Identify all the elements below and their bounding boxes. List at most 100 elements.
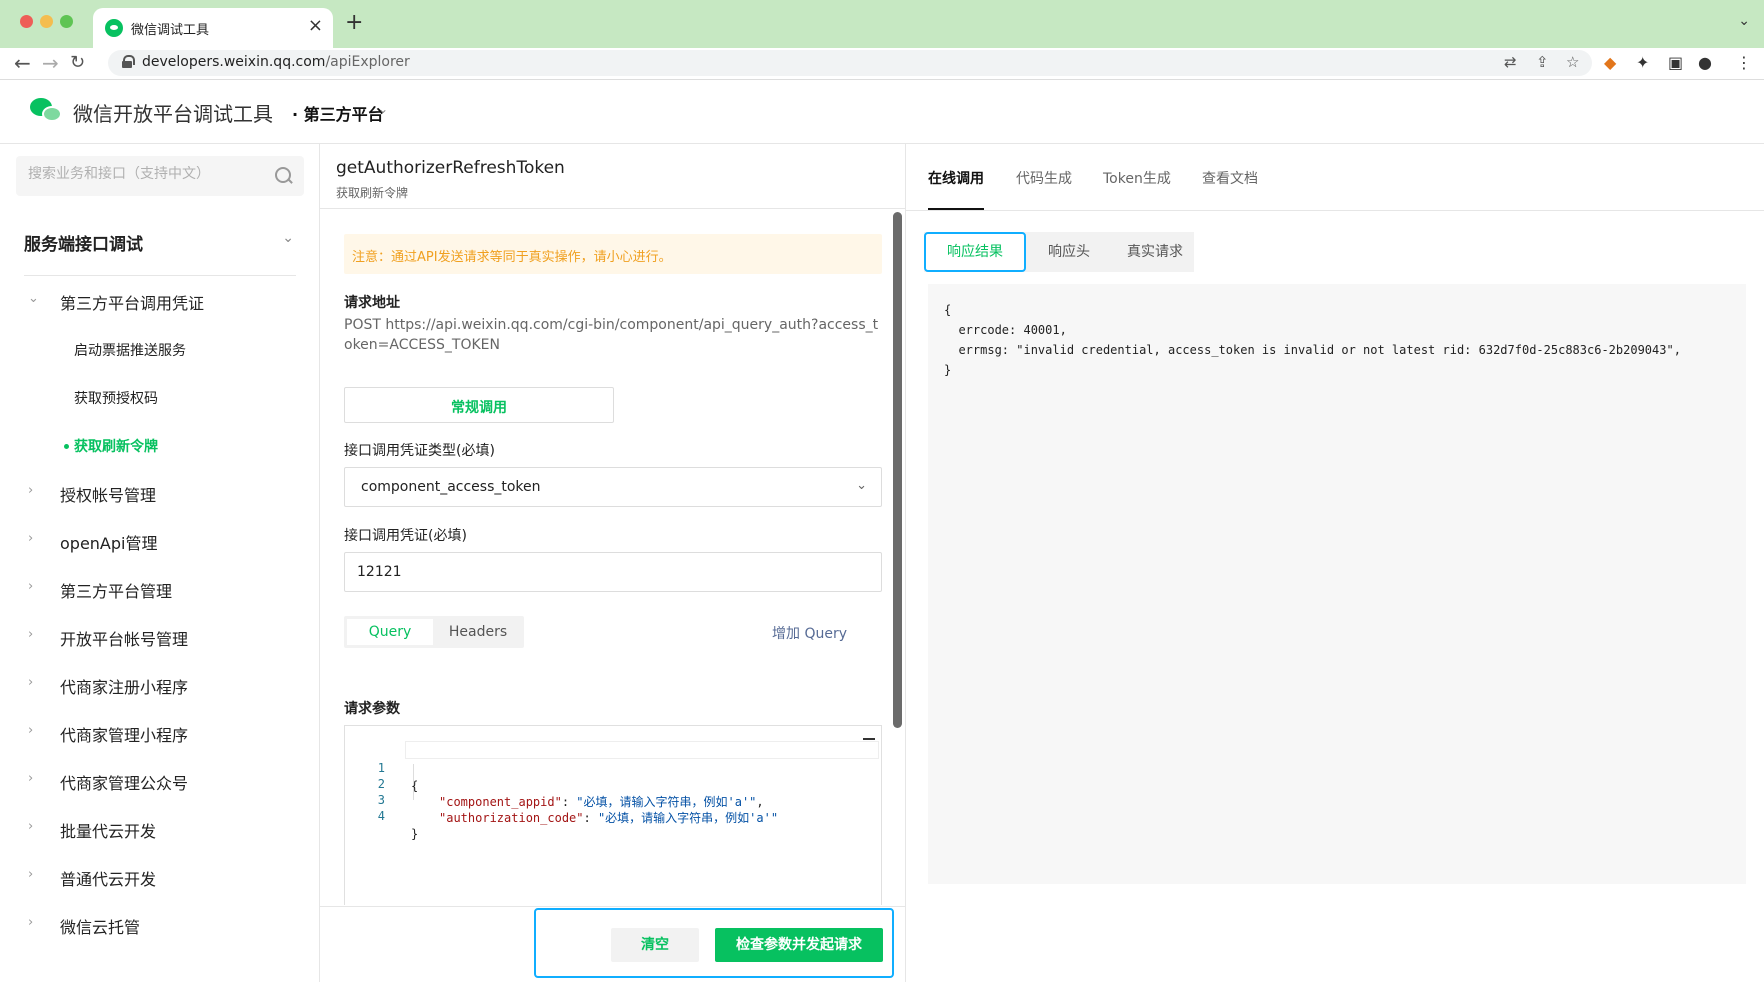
sidebar-item[interactable]: › 授权帐号管理 [0,473,318,513]
tab-token-gen[interactable]: Token生成 [1103,168,1171,188]
clear-button[interactable]: 清空 [611,928,699,962]
tab-docs[interactable]: 查看文档 [1202,168,1258,188]
sidebar-item-label: 第三方平台调用凭证 [60,294,205,313]
extensions-puzzle-icon[interactable]: ✦ [1636,53,1649,72]
tab-online-call[interactable]: 在线调用 [928,168,984,188]
maximize-window-button[interactable] [60,15,73,28]
tab-code-gen[interactable]: 代码生成 [1016,168,1072,188]
chevron-right-icon: › [28,723,34,738]
sidebar-item[interactable]: › 代商家管理公众号 [0,761,318,801]
platform-switcher[interactable]: · 第三方平台 [292,101,384,125]
tab-query[interactable]: Query [347,619,433,645]
sidebar-item[interactable]: › 代商家管理小程序 [0,713,318,753]
call-mode-button[interactable]: 常规调用 [344,387,614,423]
tab-real-request[interactable]: 真实请求 [1116,232,1194,272]
chevron-right-icon: › [28,675,34,690]
collapse-icon[interactable] [863,738,875,740]
api-description: 获取刷新令牌 [336,186,409,200]
sidebar-item[interactable]: › 批量代云开发 [0,809,318,849]
response-panel: 在线调用 代码生成 Token生成 查看文档 响应结果 响应头 真实请求 { e… [906,144,1764,982]
side-panel-icon[interactable]: ▣ [1668,53,1683,72]
sidebar-item-label: 普通代云开发 [60,870,157,889]
code-key: "authorization_code" [439,811,584,825]
params-label: 请求参数 [344,701,400,717]
tab-headers[interactable]: Headers [435,619,521,645]
code-line: 4 } [345,789,418,841]
minimize-window-button[interactable] [40,15,53,28]
sidebar-item-label: openApi管理 [60,534,158,553]
chevron-right-icon: › [28,771,34,786]
plus-icon[interactable]: + [345,11,363,35]
chevron-right-icon: › [28,579,34,594]
chevron-down-icon[interactable]: ⌄ [1738,13,1750,29]
back-arrow-icon[interactable]: ← [14,50,31,76]
section-header[interactable]: 服务端接口调试 ⌄ [24,230,294,255]
translate-icon[interactable]: ⇄ [1504,53,1517,71]
bookmark-star-icon[interactable]: ☆ [1566,53,1579,71]
cred-input[interactable] [344,552,882,592]
chevron-right-icon: › [28,819,34,834]
sidebar-child-item-active[interactable]: 获取刷新令牌 [0,425,318,465]
sidebar-item[interactable]: › 微信云托管 [0,905,318,945]
search-icon[interactable] [275,167,292,184]
search-input[interactable] [28,166,258,182]
sidebar-group-credentials[interactable]: ⌄ 第三方平台调用凭证 [0,281,318,321]
response-body: { errcode: 40001, errmsg: "invalid crede… [944,303,1681,377]
chevron-right-icon: › [28,483,34,498]
metamask-extension-icon[interactable]: ◆ [1604,53,1616,72]
warning-notice-text: 注意：通过API发送请求等同于真实操作，请小心进行。 [352,250,672,265]
send-request-button[interactable]: 检查参数并发起请求 [715,928,883,962]
cred-type-select[interactable]: component_access_token ⌄ [344,467,882,507]
tab-response-result[interactable]: 响应结果 [924,232,1026,272]
wechat-logo-icon [30,98,62,124]
close-icon[interactable]: × [308,16,323,36]
params-editor[interactable]: 1 { 2 "component_appid": "必填，请输入字符串，例如'a… [344,725,882,905]
sidebar-item[interactable]: › 开放平台帐号管理 [0,617,318,657]
sidebar-child-item[interactable]: 启动票据推送服务 [0,329,318,369]
section-title: 服务端接口调试 [24,235,143,255]
share-icon[interactable]: ⇪ [1536,53,1549,71]
sidebar-item-label: 第三方平台管理 [60,582,173,601]
url-path: /apiExplorer [325,54,410,70]
code-key: "component_appid" [439,795,562,809]
chevron-down-icon[interactable]: ⌄ [378,102,388,116]
sidebar-item-label: 授权帐号管理 [60,486,157,505]
cred-type-value: component_access_token [361,479,541,495]
sidebar-item-label: 获取刷新令牌 [74,439,158,455]
sidebar-item[interactable]: › 代商家注册小程序 [0,665,318,705]
divider [906,210,1764,211]
reload-icon[interactable]: ↻ [70,50,85,76]
browser-tab[interactable]: 微信调试工具 × [93,8,333,48]
api-name: getAuthorizerRefreshToken [336,158,565,178]
forward-arrow-icon[interactable]: → [42,50,59,76]
current-line-highlight [405,741,879,759]
url-field[interactable]: developers.weixin.qq.com/apiExplorer ⇄ ⇪… [108,50,1592,76]
code-text: { [411,779,419,793]
warning-notice: 注意：通过API发送请求等同于真实操作，请小心进行。 [344,234,882,274]
scrollbar[interactable] [893,212,902,728]
address-bar: ← → ↻ developers.weixin.qq.com/apiExplor… [0,48,1764,80]
chevron-right-icon: › [28,531,34,546]
sidebar-item-label: 获取预授权码 [74,391,158,407]
more-menu-icon[interactable]: ⋮ [1736,53,1752,72]
chevron-down-icon: ⌄ [856,478,867,493]
browser-tab-bar: 微信调试工具 × + ⌄ [0,0,1764,48]
response-output: { errcode: 40001, errmsg: "invalid crede… [928,284,1746,884]
sidebar-item[interactable]: › 普通代云开发 [0,857,318,897]
chevron-down-icon: ⌄ [282,230,294,246]
app-header: 微信开放平台调试工具 · 第三方平台 ⌄ [0,80,1764,144]
active-indicator [64,444,69,449]
sidebar-item[interactable]: › openApi管理 [0,521,318,561]
add-query-button[interactable]: 增加 Query [772,623,847,643]
lock-icon [122,55,135,68]
tab-response-headers[interactable]: 响应头 [1024,232,1114,272]
code-value: "必填，请输入字符串，例如'a'" [576,795,757,809]
call-mode-label: 常规调用 [451,400,507,416]
browser-tab-title: 微信调试工具 [131,23,210,38]
sidebar-item[interactable]: › 第三方平台管理 [0,569,318,609]
close-window-button[interactable] [20,15,33,28]
param-tabs: Query Headers [344,616,524,648]
profile-avatar-icon[interactable]: ● [1698,53,1712,72]
cred-type-label: 接口调用凭证类型(必填) [344,443,495,459]
sidebar-child-item[interactable]: 获取预授权码 [0,377,318,417]
